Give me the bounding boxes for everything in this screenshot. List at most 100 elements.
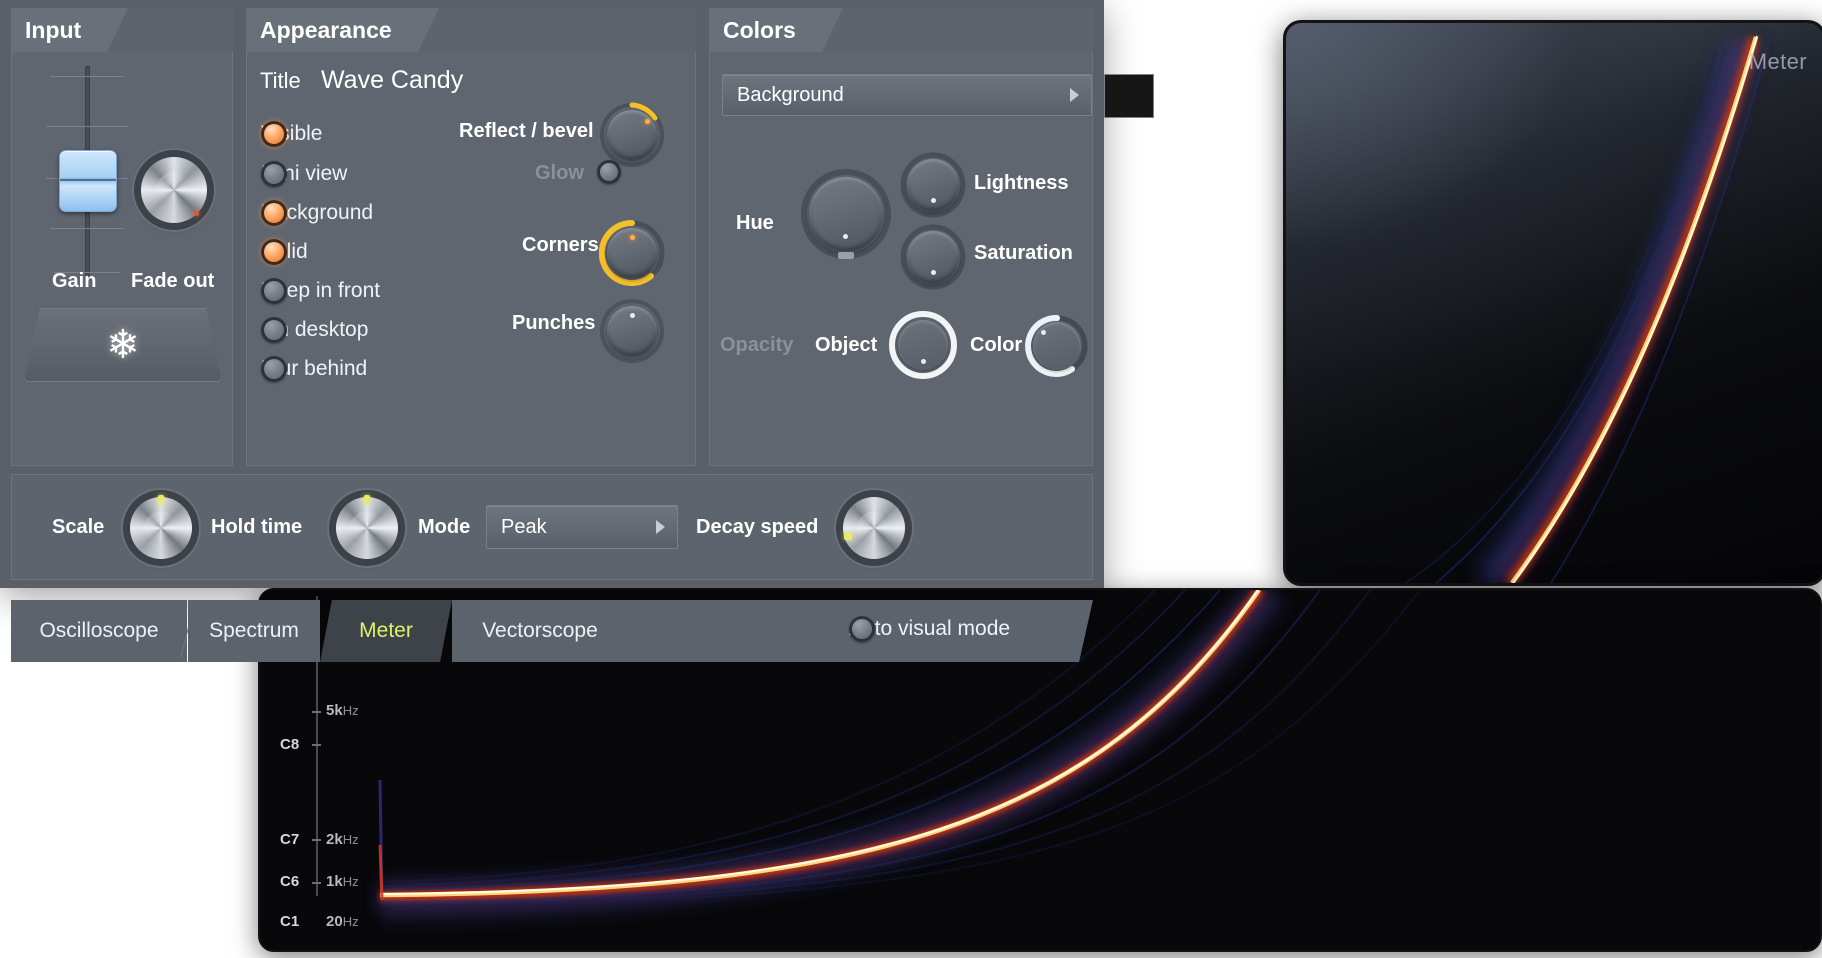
hue-knob-indicator xyxy=(843,234,848,239)
tab-meter-label: Meter xyxy=(359,619,413,642)
axis-freq-value-3: 20 xyxy=(326,913,343,930)
hold-time-knob-dial[interactable] xyxy=(336,497,398,559)
gain-fader[interactable] xyxy=(42,62,132,282)
visualizer-top-canvas: Meter xyxy=(1286,23,1822,583)
lightness-knob-indicator xyxy=(931,198,936,203)
saturation-knob[interactable] xyxy=(900,224,966,290)
saturation-label: Saturation xyxy=(974,242,1073,264)
hold-time-knob[interactable] xyxy=(328,489,406,567)
axis-label-freq-3: 20Hz xyxy=(326,913,359,930)
radio-visible[interactable] xyxy=(261,121,287,147)
gain-tick-0 xyxy=(50,76,124,77)
hue-knob-dial[interactable] xyxy=(809,177,883,251)
reflect-bevel-knob[interactable] xyxy=(599,102,665,168)
decay-speed-knob[interactable] xyxy=(835,489,913,567)
visualizer-window-top[interactable]: Meter xyxy=(1283,20,1822,586)
auto-visual-mode-row[interactable]: Auto visual mode xyxy=(849,616,1010,642)
gain-fader-handle[interactable] xyxy=(59,150,117,212)
hold-time-label: Hold time xyxy=(211,516,303,538)
scale-knob[interactable] xyxy=(122,489,200,567)
decay-speed-knob-dial[interactable] xyxy=(843,497,905,559)
reflect-bevel-knob-dial[interactable] xyxy=(607,110,657,160)
color-target-value: Background xyxy=(737,83,844,106)
corners-knob[interactable] xyxy=(599,220,665,286)
tab-meter[interactable]: Meter xyxy=(320,600,452,662)
punches-label: Punches xyxy=(512,312,596,334)
axis-freq-unit-1: Hz xyxy=(342,832,359,847)
glow-label: Glow xyxy=(535,162,584,184)
gain-tick-1 xyxy=(46,126,128,127)
spectrum-curve-top xyxy=(1286,23,1822,583)
scale-knob-dial[interactable] xyxy=(130,497,192,559)
axis-label-freq-0: 5kHz xyxy=(326,702,359,719)
radio-background[interactable] xyxy=(261,200,287,226)
panel-appearance-header: Appearance xyxy=(246,8,439,52)
title-value[interactable]: Wave Candy xyxy=(321,66,463,95)
option-row-keep-in-front[interactable]: Keep in front xyxy=(261,278,380,304)
radio-solid[interactable] xyxy=(261,239,287,265)
lightness-knob[interactable] xyxy=(900,152,966,218)
decay-speed-label: Decay speed xyxy=(696,516,819,538)
fade-out-knob[interactable] xyxy=(132,148,216,232)
radio-on-desktop[interactable] xyxy=(261,317,287,343)
opacity-label: Opacity xyxy=(720,334,794,356)
panel-colors-header: Colors xyxy=(709,8,843,52)
saturation-knob-dial[interactable] xyxy=(907,231,959,283)
radio-blur-behind[interactable] xyxy=(261,356,287,382)
axis-label-note-0: C8 xyxy=(280,736,300,753)
option-row-visible[interactable]: Visible xyxy=(261,121,322,147)
tab-vectorscope[interactable]: Vectorscope xyxy=(452,600,628,662)
color-opacity-indicator xyxy=(1041,330,1046,335)
tab-spectrum[interactable]: Spectrum xyxy=(188,600,320,662)
option-row-solid[interactable]: Solid xyxy=(261,239,308,265)
axis-tick-2k xyxy=(312,839,321,841)
radio-mini-view[interactable] xyxy=(261,161,287,187)
wave-candy-settings-window: Input Gain Fade out ❄ Appearance Title W… xyxy=(0,0,1154,662)
freeze-button[interactable]: ❄ xyxy=(24,308,222,382)
corners-knob-indicator xyxy=(630,235,635,240)
color-target-selector[interactable]: Background xyxy=(722,74,1092,116)
title-label: Title xyxy=(260,68,301,93)
axis-tick-1k xyxy=(312,882,321,884)
lightness-knob-dial[interactable] xyxy=(907,159,959,211)
option-row-mini-view[interactable]: Mini view xyxy=(261,161,347,187)
color-opacity-knob[interactable] xyxy=(1025,314,1089,378)
axis-tick-5k xyxy=(312,711,321,713)
radio-keep-in-front[interactable] xyxy=(261,278,287,304)
tab-oscilloscope[interactable]: Oscilloscope xyxy=(11,600,187,662)
mode-selector[interactable]: Peak xyxy=(486,505,678,549)
fade-out-knob-indicator xyxy=(194,211,199,216)
object-opacity-knob[interactable] xyxy=(888,310,958,380)
punches-knob[interactable] xyxy=(599,298,665,364)
panel-input: Input Gain Fade out ❄ xyxy=(11,8,233,466)
axis-freq-value-2: 1k xyxy=(326,873,343,890)
radio-auto-visual-mode[interactable] xyxy=(849,616,875,642)
panel-colors: Colors Background Hue Lightness Saturati… xyxy=(709,8,1154,466)
mode-value: Peak xyxy=(501,515,547,538)
panel-input-header: Input xyxy=(11,8,129,52)
color-opacity-dial[interactable] xyxy=(1033,322,1081,370)
color-opacity-label: Color xyxy=(970,334,1023,356)
visual-mode-tabs: Oscilloscope Spectrum Meter Vectorscope … xyxy=(11,600,1093,662)
axis-label-note-2: C6 xyxy=(280,873,300,890)
chevron-right-icon xyxy=(1070,88,1079,102)
scale-knob-indicator xyxy=(158,495,164,504)
gain-tick-3 xyxy=(50,228,124,229)
radio-glow[interactable] xyxy=(597,160,621,184)
option-row-on-desktop[interactable]: On desktop xyxy=(261,317,368,343)
axis-label-freq-1: 2kHz xyxy=(326,831,359,848)
meter-control-bar: Scale Hold time Mode Peak Decay speed xyxy=(11,474,1093,580)
hue-knob-marker xyxy=(838,252,854,259)
axis-freq-value-1: 2k xyxy=(326,831,343,848)
object-label: Object xyxy=(815,334,878,356)
snowflake-icon: ❄ xyxy=(106,323,140,367)
punches-knob-indicator xyxy=(630,313,635,318)
panel-colors-body: Background Hue Lightness Saturation Opac… xyxy=(709,52,1154,466)
option-row-background[interactable]: Background xyxy=(261,200,373,226)
reflect-bevel-knob-indicator xyxy=(645,119,650,124)
color-swatch[interactable] xyxy=(1104,74,1154,118)
fade-out-label: Fade out xyxy=(131,270,215,292)
option-row-blur-behind[interactable]: Blur behind xyxy=(261,356,367,382)
hue-knob[interactable] xyxy=(800,168,892,260)
gain-label: Gain xyxy=(52,270,97,292)
